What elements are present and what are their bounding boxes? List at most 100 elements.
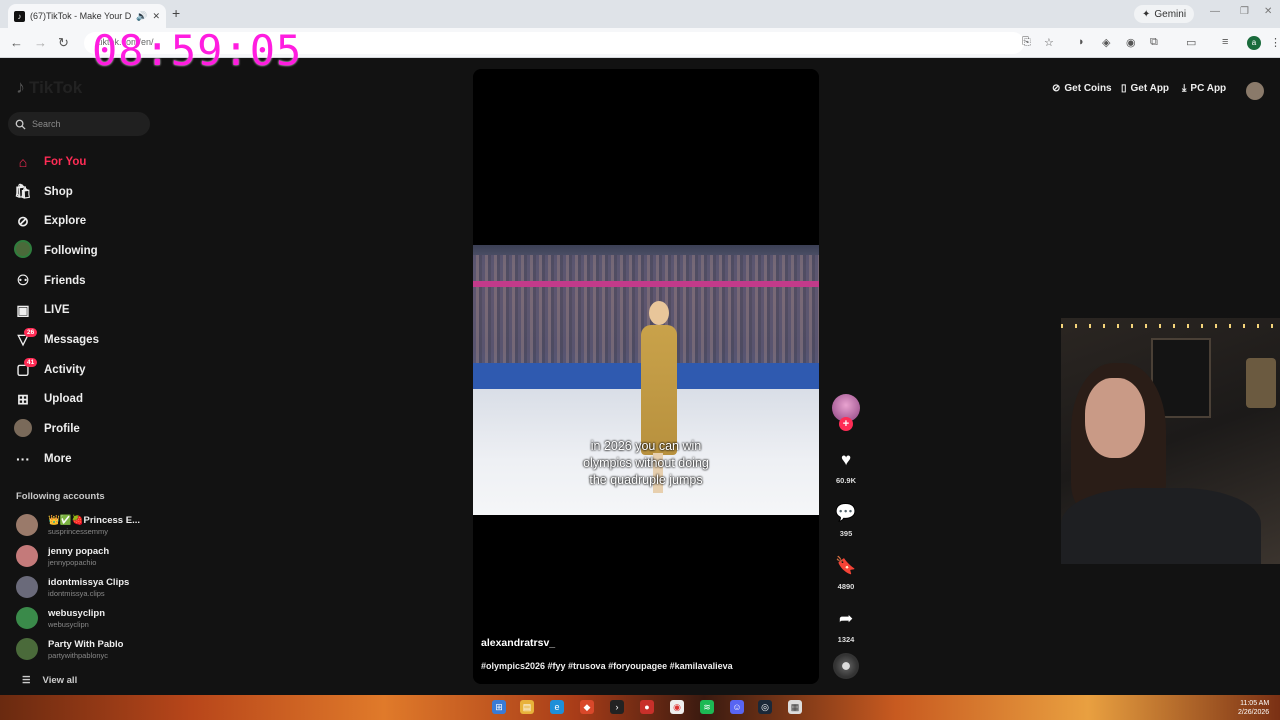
windows-taskbar: ⊞ ▤ e ◆ › ● ◉ ≋ ☺ ◎ ▦ 11:05 AM 2/26/2026 [0, 695, 1280, 720]
browser-profile-avatar[interactable]: a [1247, 36, 1261, 50]
caption-line: in 2026 you can win [590, 439, 702, 453]
following-account[interactable]: webusyclipn webusyclipn [16, 607, 105, 629]
close-window-icon[interactable]: ✕ [1264, 6, 1272, 17]
pc-app-button[interactable]: ⤓ PC App [1182, 83, 1226, 94]
account-name: idontmissya Clips [48, 576, 130, 588]
sidebar-item-for-you[interactable]: ⌂ For You [14, 147, 194, 177]
caption-line: olympics without doing [583, 456, 709, 470]
sidebar-item-more[interactable]: ··· More [14, 444, 194, 474]
follow-plus-icon[interactable]: + [839, 417, 853, 431]
extension-icon[interactable]: ◈ [1102, 36, 1110, 49]
edge-icon[interactable]: e [550, 700, 564, 714]
save-button[interactable]: 🔖 4890 [830, 556, 862, 591]
video-frame: in 2026 you can win olympics without doi… [473, 245, 819, 515]
account-name: Party With Pablo [48, 638, 124, 650]
arena-banner [473, 281, 819, 287]
view-all-link[interactable]: ☰ View all [22, 675, 77, 686]
webcam-overlay [1061, 318, 1280, 564]
sidebar-item-label: More [44, 452, 72, 465]
sidebar-item-label: Activity [44, 363, 86, 376]
file-explorer-icon[interactable]: ▤ [520, 700, 534, 714]
sidebar-item-messages[interactable]: ▽ 26 Messages [14, 325, 194, 355]
live-icon: ▣ [16, 301, 30, 318]
sidebar-item-label: Explore [44, 215, 87, 228]
video-player[interactable]: in 2026 you can win olympics without doi… [473, 69, 819, 684]
tab-title: (67)TikTok - Make Your Day [30, 11, 132, 21]
taskbar-clock[interactable]: 11:05 AM 2/26/2026 [1238, 699, 1269, 717]
sidebar-item-profile[interactable]: Profile [14, 414, 194, 444]
gemini-button[interactable]: ✦ Gemini [1134, 5, 1195, 23]
spotify-icon[interactable]: ≋ [700, 700, 714, 714]
search-box[interactable] [8, 112, 150, 136]
restore-icon[interactable]: ❐ [1240, 6, 1249, 17]
coin-icon: ⊘ [1052, 83, 1061, 94]
sidebar-item-label: Messages [44, 333, 99, 346]
browser-tab-bar: ♪ (67)TikTok - Make Your Day 🔊 ✕ + ✦ Gem… [0, 0, 1280, 28]
terminal-icon[interactable]: › [610, 700, 624, 714]
new-tab-button[interactable]: + [172, 5, 180, 21]
friends-icon: ⚇ [16, 272, 30, 289]
sidebar-item-following[interactable]: Following [14, 236, 194, 266]
user-avatar[interactable] [1246, 82, 1264, 100]
comment-count: 395 [839, 529, 853, 538]
music-disc-icon[interactable] [833, 653, 859, 679]
lamp-image [1246, 358, 1276, 408]
share-button[interactable]: ➦ 1324 [830, 609, 862, 644]
account-avatar [16, 638, 38, 660]
streamer-face [1085, 378, 1145, 458]
view-all-label: View all [42, 675, 78, 686]
sidebar-item-label: Upload [44, 393, 83, 406]
chrome-icon[interactable]: ◉ [670, 700, 684, 714]
sidepanel-icon[interactable]: ▭ [1186, 36, 1196, 49]
forward-icon[interactable]: → [34, 35, 47, 50]
discord-icon[interactable]: ☺ [730, 700, 744, 714]
windows-start-icon[interactable]: ⊞ [492, 700, 506, 714]
close-tab-icon[interactable]: ✕ [152, 11, 160, 22]
bookmark-star-icon[interactable]: ☆ [1044, 36, 1054, 49]
reload-icon[interactable]: ↻ [58, 35, 69, 51]
following-account[interactable]: 👑✅🍓Princess E... susprincessemmy [16, 514, 140, 536]
account-avatar [16, 545, 38, 567]
search-icon [15, 119, 26, 130]
search-input[interactable] [32, 119, 142, 129]
bookmark-icon: 🔖 [835, 556, 857, 575]
sidebar-item-label: For You [44, 155, 87, 168]
sidebar-item-friends[interactable]: ⚇ Friends [14, 266, 194, 296]
browser-tab[interactable]: ♪ (67)TikTok - Make Your Day 🔊 ✕ [8, 4, 166, 28]
sidebar-item-live[interactable]: ▣ LIVE [14, 295, 194, 325]
get-app-button[interactable]: ▯ Get App [1121, 83, 1169, 94]
menu-icon[interactable]: ≡ [1222, 36, 1228, 48]
sidebar-item-upload[interactable]: ⊞ Upload [14, 385, 194, 415]
get-coins-button[interactable]: ⊘ Get Coins [1052, 83, 1112, 94]
streamer-body [1061, 488, 1261, 564]
steam-icon[interactable]: ◎ [758, 700, 772, 714]
sidebar-item-activity[interactable]: ▢ 41 Activity [14, 355, 194, 385]
speaker-icon[interactable]: 🔊 [136, 11, 147, 22]
stream-timer: 08:59:05 [92, 26, 303, 75]
brave-icon[interactable]: ◆ [580, 700, 594, 714]
kebab-menu-icon[interactable]: ⋮ [1270, 36, 1280, 49]
sidebar-item-shop[interactable]: 🛍 Shop [14, 177, 194, 207]
more-icon: ··· [16, 450, 30, 467]
extension-icon[interactable]: ◉ [1126, 36, 1136, 49]
puzzle-icon[interactable]: ⧉ [1150, 36, 1158, 49]
cast-icon[interactable]: ⎘ [1022, 36, 1031, 49]
explore-icon: ⊘ [17, 212, 29, 229]
tiktok-note-icon: ♪ [16, 77, 25, 97]
sidebar-item-explore[interactable]: ⊘ Explore [14, 206, 194, 236]
minimize-icon[interactable]: — [1210, 6, 1220, 17]
following-account[interactable]: Party With Pablo partywithpablonyc [16, 638, 123, 660]
video-hashtags[interactable]: #olympics2026 #fyy #trusova #foryoupagee… [481, 661, 733, 671]
like-button[interactable]: ♥ 60.9K [830, 450, 862, 485]
following-account[interactable]: idontmissya Clips idontmissya.clips [16, 576, 129, 598]
back-icon[interactable]: ← [10, 35, 23, 50]
following-account[interactable]: jenny popach jennypopachio [16, 545, 109, 567]
account-handle: webusyclipn [48, 619, 89, 629]
video-author[interactable]: alexandratrsv_ [481, 637, 555, 649]
tiktok-logo[interactable]: ♪ TikTok [16, 77, 82, 98]
app-icon[interactable]: ● [640, 700, 654, 714]
extension-icon[interactable]: ◗ [1078, 36, 1085, 48]
like-count: 60.9K [835, 476, 856, 485]
app-icon[interactable]: ▦ [788, 700, 802, 714]
comment-button[interactable]: 💬 395 [830, 503, 862, 538]
